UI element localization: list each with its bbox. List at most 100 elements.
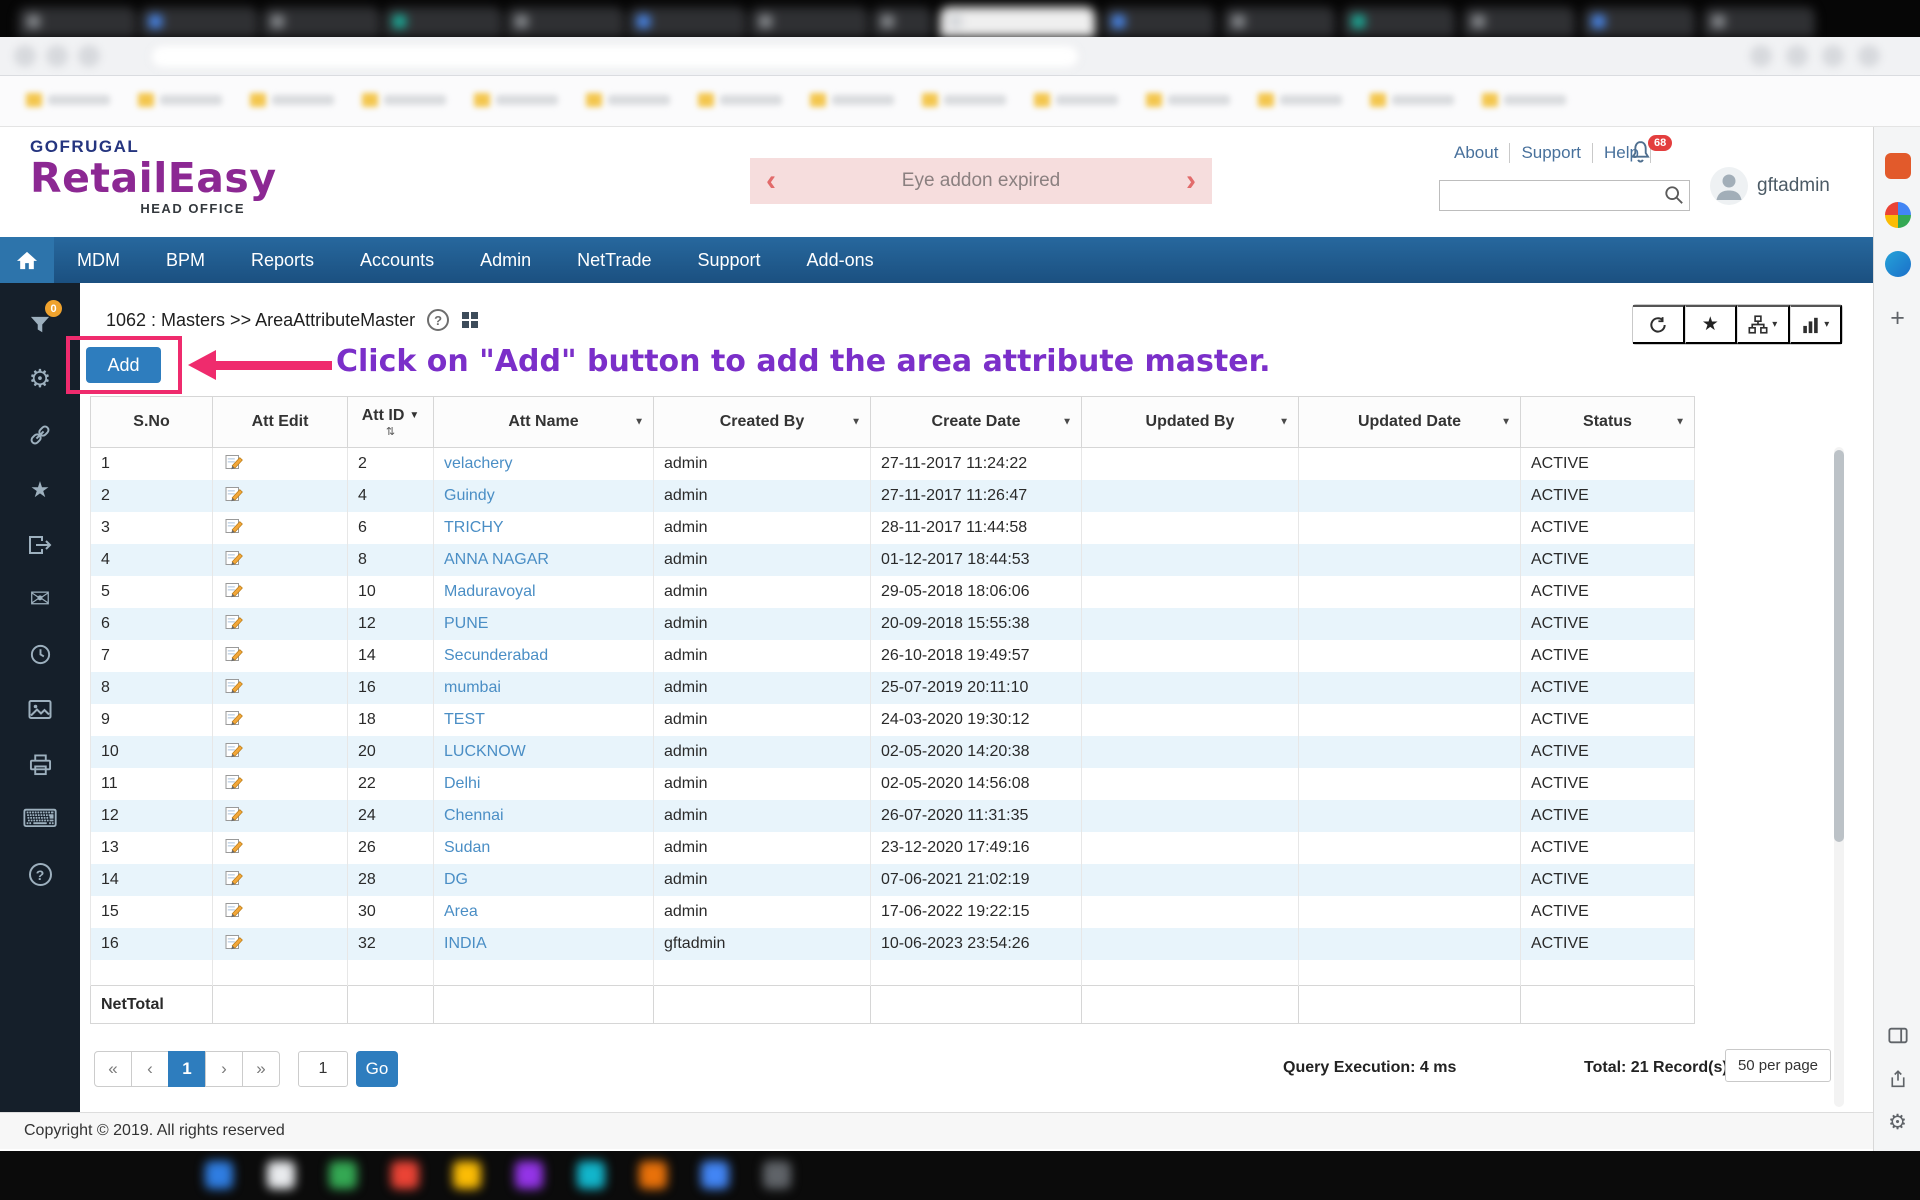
col-header-status[interactable]: Status▼ xyxy=(1521,397,1695,448)
att-name-link[interactable]: Chennai xyxy=(444,807,504,824)
print-button[interactable] xyxy=(17,737,63,792)
nav-item-accounts[interactable]: Accounts xyxy=(337,237,457,283)
edit-icon[interactable] xyxy=(225,901,244,923)
nav-item-addons[interactable]: Add-ons xyxy=(784,237,897,283)
favorite-view-button[interactable]: ★ xyxy=(1685,305,1738,344)
page-help-icon[interactable]: ? xyxy=(427,309,449,331)
sidebar-share-button[interactable] xyxy=(1884,1065,1911,1092)
col-header-created-by[interactable]: Created By▼ xyxy=(654,397,871,448)
hierarchy-view-button[interactable]: ▾ xyxy=(1737,305,1790,344)
att-name-link[interactable]: mumbai xyxy=(444,679,501,696)
per-page-select[interactable]: 50 per page xyxy=(1725,1049,1831,1082)
sidebar-settings-button[interactable]: ⚙ xyxy=(1884,1109,1911,1136)
refresh-button[interactable] xyxy=(1633,305,1685,344)
att-name-link[interactable]: INDIA xyxy=(444,935,487,952)
att-name-link[interactable]: TEST xyxy=(444,711,485,728)
banner-prev-icon[interactable]: ‹ xyxy=(766,166,776,196)
last-page-button[interactable]: » xyxy=(242,1051,280,1087)
edit-icon[interactable] xyxy=(225,933,244,955)
col-header-updated-date[interactable]: Updated Date▼ xyxy=(1299,397,1521,448)
att-name-link[interactable]: Sudan xyxy=(444,839,490,856)
user-menu[interactable]: gftadmin xyxy=(1710,167,1830,205)
att-name-link[interactable]: LUCKNOW xyxy=(444,743,526,760)
col-header-att-name[interactable]: Att Name▼ xyxy=(434,397,654,448)
edit-icon[interactable] xyxy=(225,549,244,571)
nav-item-admin[interactable]: Admin xyxy=(457,237,554,283)
filter-button[interactable]: 0 xyxy=(17,297,63,352)
cell-att-id: 2 xyxy=(348,448,434,480)
col-header-att-id[interactable]: Att ID▼ ⇅ xyxy=(348,397,434,448)
sidebar-panel-button[interactable] xyxy=(1884,1022,1911,1049)
edit-icon[interactable] xyxy=(225,645,244,667)
next-page-button[interactable]: › xyxy=(205,1051,243,1087)
sidebar-add-button[interactable]: + xyxy=(1884,305,1911,332)
search-button[interactable] xyxy=(1662,185,1686,207)
nav-item-reports[interactable]: Reports xyxy=(228,237,337,283)
add-button[interactable]: Add xyxy=(86,347,161,383)
nav-item-bpm[interactable]: BPM xyxy=(143,237,228,283)
att-name-link[interactable]: Delhi xyxy=(444,775,480,792)
att-name-link[interactable]: Guindy xyxy=(444,487,495,504)
nav-item-mdm[interactable]: MDM xyxy=(54,237,143,283)
edit-icon[interactable] xyxy=(225,453,244,475)
edit-icon[interactable] xyxy=(225,837,244,859)
edit-icon[interactable] xyxy=(225,517,244,539)
edit-icon[interactable] xyxy=(225,805,244,827)
edit-icon[interactable] xyxy=(225,709,244,731)
edit-icon[interactable] xyxy=(225,613,244,635)
about-link[interactable]: About xyxy=(1443,143,1510,163)
cell-att-id: 14 xyxy=(348,640,434,672)
sidebar-app-button[interactable] xyxy=(1884,152,1911,179)
att-name-link[interactable]: PUNE xyxy=(444,615,488,632)
col-header-att-edit[interactable]: Att Edit xyxy=(213,397,348,448)
sidebar-shopping-button[interactable] xyxy=(1884,250,1911,277)
page-1-button[interactable]: 1 xyxy=(168,1051,206,1087)
att-name-link[interactable]: Maduravoyal xyxy=(444,583,536,600)
help-icon: ? xyxy=(29,863,52,886)
export-button[interactable] xyxy=(17,517,63,572)
gallery-button[interactable] xyxy=(17,682,63,737)
banner-next-icon[interactable]: › xyxy=(1186,166,1196,196)
favorites-button[interactable]: ★ xyxy=(17,462,63,517)
settings-button[interactable]: ⚙ xyxy=(17,352,63,407)
support-link[interactable]: Support xyxy=(1510,143,1593,163)
history-button[interactable] xyxy=(17,627,63,682)
sort-order-icon: ⇅ xyxy=(354,427,427,438)
edit-icon[interactable] xyxy=(225,741,244,763)
col-header-updated-by[interactable]: Updated By▼ xyxy=(1082,397,1299,448)
att-name-link[interactable]: velachery xyxy=(444,455,512,472)
edit-icon[interactable] xyxy=(225,581,244,603)
grid-view-icon[interactable] xyxy=(461,311,479,329)
links-button[interactable] xyxy=(17,407,63,462)
home-button[interactable] xyxy=(0,237,54,283)
att-name-link[interactable]: DG xyxy=(444,871,468,888)
nav-item-support[interactable]: Support xyxy=(675,237,784,283)
shortcut-keys-button[interactable]: ⌨ xyxy=(17,792,63,847)
att-name-link[interactable]: ANNA NAGAR xyxy=(444,551,549,568)
edit-icon[interactable] xyxy=(225,869,244,891)
sidebar-help-button[interactable]: ? xyxy=(17,847,63,902)
sidebar-search-button[interactable] xyxy=(1884,201,1911,228)
notifications-button[interactable]: 68 xyxy=(1628,139,1674,175)
first-page-button[interactable]: « xyxy=(94,1051,132,1087)
go-button[interactable]: Go xyxy=(356,1051,398,1087)
att-name-link[interactable]: Secunderabad xyxy=(444,647,548,664)
chart-view-button[interactable]: ▾ xyxy=(1790,305,1843,344)
col-header-sno[interactable]: S.No xyxy=(91,397,213,448)
search-input[interactable] xyxy=(1446,182,1658,209)
scrollbar-thumb[interactable] xyxy=(1834,450,1844,842)
mail-button[interactable]: ✉ xyxy=(17,572,63,627)
att-name-link[interactable]: TRICHY xyxy=(444,519,504,536)
col-header-create-date[interactable]: Create Date▼ xyxy=(871,397,1082,448)
edit-icon[interactable] xyxy=(225,677,244,699)
cell-att-edit xyxy=(213,576,348,608)
cell-att-edit xyxy=(213,832,348,864)
nav-item-nettrade[interactable]: NetTrade xyxy=(554,237,674,283)
att-name-link[interactable]: Area xyxy=(444,903,478,920)
prev-page-button[interactable]: ‹ xyxy=(131,1051,169,1087)
edit-icon[interactable] xyxy=(225,773,244,795)
search-engine-icon xyxy=(1885,202,1911,228)
goto-page-input[interactable] xyxy=(298,1051,348,1087)
cell-sno: 12 xyxy=(91,800,213,832)
edit-icon[interactable] xyxy=(225,485,244,507)
